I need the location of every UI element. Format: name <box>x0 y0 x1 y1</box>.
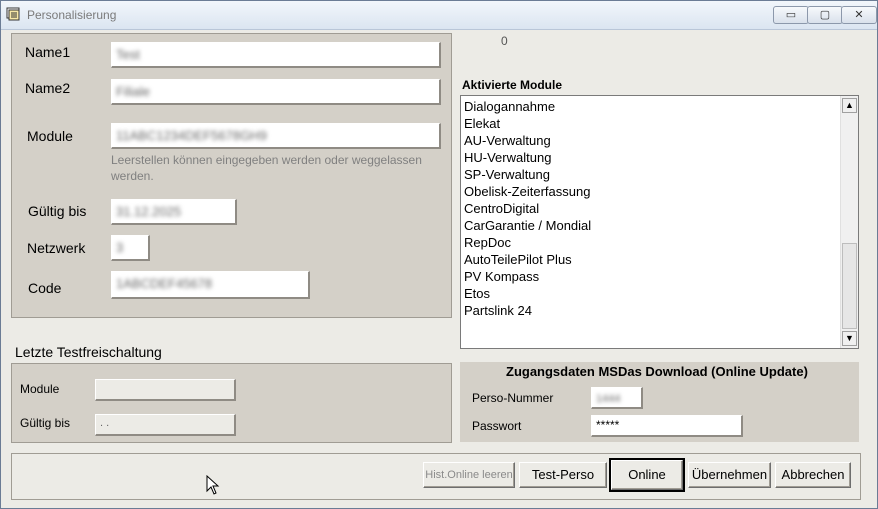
module-hint: Leerstellen können eingegeben werden ode… <box>111 153 422 183</box>
module-label: Module <box>27 128 73 144</box>
list-item[interactable]: Dialogannahme <box>464 98 834 115</box>
window-title: Personalisierung <box>27 8 117 22</box>
close-button[interactable]: ✕ <box>841 6 877 24</box>
passwort-label: Passwort <box>472 419 522 433</box>
netzwerk-field[interactable]: 3 <box>111 235 150 261</box>
zugangsdaten-heading: Zugangsdaten MSDas Download (Online Upda… <box>506 364 808 379</box>
list-item[interactable]: CentroDigital <box>464 200 834 217</box>
test-module-field <box>95 379 236 401</box>
list-item[interactable]: HU-Verwaltung <box>464 149 834 166</box>
test-gueltig-field: . . <box>95 414 236 436</box>
list-item[interactable]: RepDoc <box>464 234 834 251</box>
scroll-down-icon[interactable]: ▼ <box>842 331 857 346</box>
title-bar: Personalisierung ▭ ▢ ✕ <box>1 1 877 30</box>
online-button[interactable]: Online <box>609 458 685 492</box>
list-item[interactable]: PV Kompass <box>464 268 834 285</box>
netzwerk-label: Netzwerk <box>27 240 86 256</box>
perso-nummer-label: Perso-Nummer <box>472 391 554 405</box>
hist-online-leeren-button[interactable]: Hist.Online leeren <box>423 462 515 488</box>
personalisierung-window: Personalisierung ▭ ▢ ✕ Name1 Test Name2 … <box>0 0 878 509</box>
minimize-button[interactable]: ▭ <box>773 6 809 24</box>
module-value: 11ABC1234DEF5678GH9 <box>116 128 267 143</box>
code-field[interactable]: 1ABCDEF45678 <box>111 271 310 299</box>
netzwerk-value: 3 <box>116 240 124 255</box>
list-item[interactable]: AutoTeilePilot Plus <box>464 251 834 268</box>
list-item[interactable]: Etos <box>464 285 834 302</box>
perso-nummer-field[interactable]: 1444 <box>591 387 643 409</box>
top-counter: 0 <box>501 34 508 48</box>
module-items: Dialogannahme Elekat AU-Verwaltung HU-Verwa… <box>464 98 834 319</box>
list-item[interactable]: Obelisk-Zeiterfassung <box>464 183 834 200</box>
test-gueltig-label: Gültig bis <box>20 416 71 430</box>
code-label: Code <box>28 280 62 296</box>
code-value: 1ABCDEF45678 <box>116 276 213 291</box>
perso-nummer-value: 1444 <box>596 393 621 405</box>
list-item[interactable]: AU-Verwaltung <box>464 132 834 149</box>
gueltig-bis-field[interactable]: 31.12.2025 <box>111 199 237 225</box>
name1-value: Test <box>116 47 140 62</box>
module-field[interactable]: 11ABC1234DEF5678GH9 <box>111 123 441 149</box>
gueltig-bis-label: Gültig bis <box>28 203 87 219</box>
uebernehmen-button[interactable]: Übernehmen <box>688 462 771 488</box>
list-item[interactable]: Elekat <box>464 115 834 132</box>
name2-label: Name2 <box>25 80 71 96</box>
gueltig-bis-value: 31.12.2025 <box>116 204 182 219</box>
name1-field[interactable]: Test <box>111 42 441 68</box>
name1-label: Name1 <box>25 44 71 60</box>
aktivierte-module-heading: Aktivierte Module <box>462 78 563 92</box>
scroll-up-icon[interactable]: ▲ <box>842 98 857 113</box>
test-module-label: Module <box>20 382 60 396</box>
name2-value: Filiale <box>116 84 150 99</box>
maximize-button[interactable]: ▢ <box>807 6 843 24</box>
list-item[interactable]: CarGarantie / Mondial <box>464 217 834 234</box>
mouse-cursor-icon <box>206 475 220 495</box>
test-perso-button[interactable]: Test-Perso <box>519 462 607 488</box>
testfreischaltung-heading: Letzte Testfreischaltung <box>15 344 162 360</box>
name2-field[interactable]: Filiale <box>111 79 441 105</box>
aktivierte-module-list[interactable]: Dialogannahme Elekat AU-Verwaltung HU-Verwa… <box>460 95 859 349</box>
abbrechen-button[interactable]: Abbrechen <box>775 462 851 488</box>
passwort-field[interactable]: ***** <box>591 415 743 437</box>
list-item[interactable]: SP-Verwaltung <box>464 166 834 183</box>
list-scrollbar[interactable]: ▲ ▼ <box>840 96 858 348</box>
list-item[interactable]: Partslink 24 <box>464 302 834 319</box>
scroll-thumb[interactable] <box>842 243 857 329</box>
app-icon <box>6 7 20 21</box>
